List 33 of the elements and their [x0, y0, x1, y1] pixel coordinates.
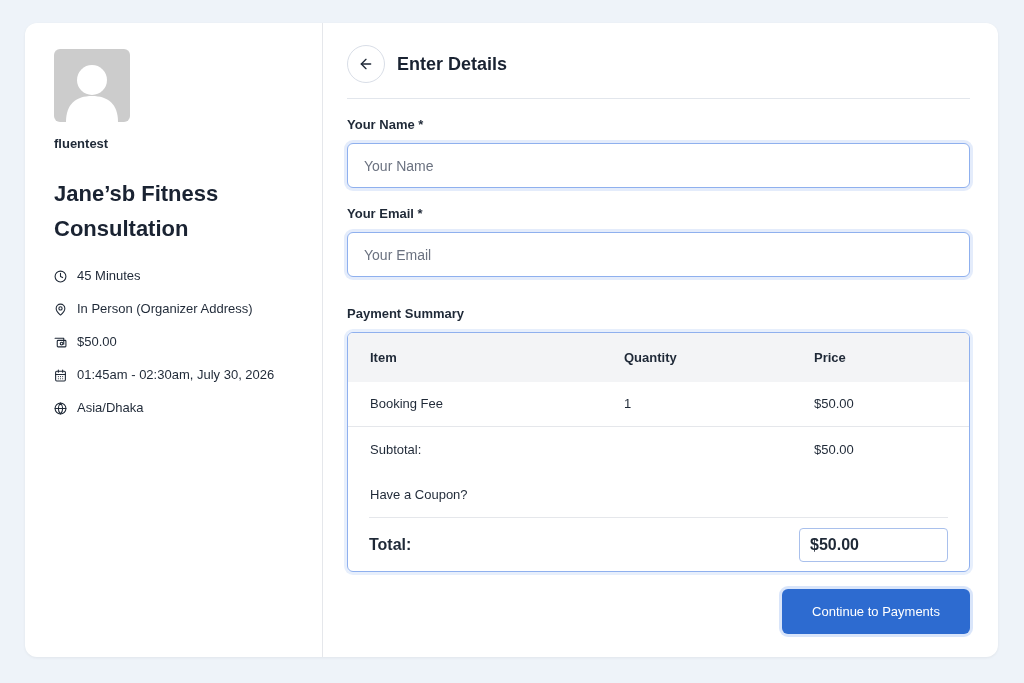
text-input-field[interactable]: Your Email — [347, 232, 970, 277]
field-label: Your Name * — [347, 117, 425, 133]
column-header: Quantity — [624, 348, 678, 367]
event-detail-text: $50.00 — [77, 334, 117, 350]
text-input-field[interactable]: Your Name — [347, 143, 970, 188]
organizer-name: fluentest — [54, 136, 110, 152]
event-detail-text: Asia/Dhaka — [77, 400, 144, 416]
map-pin-icon — [54, 302, 67, 316]
event-detail-text: 45 Minutes — [77, 268, 141, 284]
table-cell-text: 1 — [624, 395, 633, 414]
form-title: Enter Details — [397, 52, 508, 76]
coupon-link[interactable]: Have a Coupon? — [370, 484, 468, 505]
column-header: Item — [370, 348, 398, 367]
total-label: Total: — [369, 534, 412, 555]
event-detail-text: In Person (Organizer Address) — [77, 301, 253, 317]
banknote-icon — [54, 335, 67, 349]
column-header: Price — [814, 348, 847, 367]
back-arrow-icon — [358, 56, 374, 72]
table-cell-text: $50.00 — [814, 395, 855, 414]
continue-button[interactable]: Continue to Payments — [782, 589, 970, 634]
clock-icon — [54, 269, 67, 283]
table-cell-text: Booking Fee — [370, 395, 444, 414]
total-amount: $50.00 — [799, 527, 948, 562]
calendar-icon — [54, 368, 67, 382]
section-title: Payment Summary — [347, 306, 466, 322]
subtotal-label: Subtotal: — [370, 440, 423, 459]
back-button[interactable] — [347, 45, 385, 83]
event-detail-text: 01:45am - 02:30am, July 30, 2026 — [77, 367, 275, 383]
globe-icon — [54, 401, 67, 415]
field-label: Your Email * — [347, 206, 424, 222]
person-silhouette-icon — [66, 62, 118, 122]
subtotal-value: $50.00 — [814, 440, 855, 459]
event-title: Jane’sb Fitness Consultation — [54, 180, 220, 243]
